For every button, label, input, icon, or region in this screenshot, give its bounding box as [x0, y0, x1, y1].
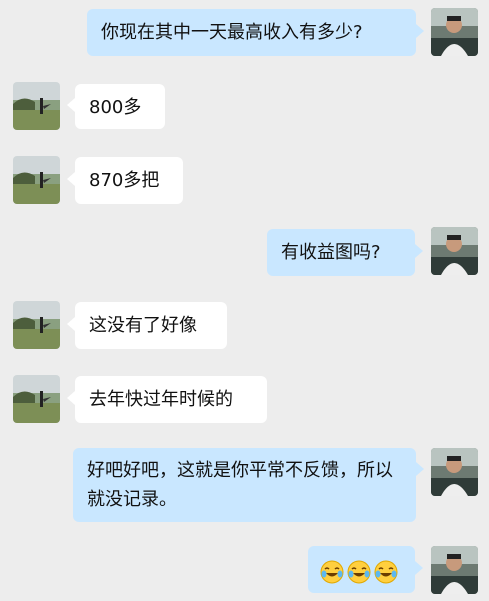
avatar-photo-icon	[13, 301, 60, 349]
message-bubble[interactable]	[308, 546, 415, 593]
laughing-crying-emoji-icon	[320, 560, 344, 584]
message-bubble[interactable]: 870多把	[75, 157, 183, 204]
message-bubble[interactable]: 这没有了好像	[75, 302, 227, 349]
message-text: 800多	[89, 97, 142, 118]
avatar-photo-icon	[13, 82, 60, 130]
contact-avatar[interactable]	[13, 156, 60, 204]
my-avatar[interactable]	[431, 448, 478, 496]
bubble-tail	[67, 391, 75, 405]
message-bubble[interactable]: 你现在其中一天最高收入有多少?	[87, 9, 416, 56]
message-bubble[interactable]: 800多	[75, 84, 165, 129]
message-text: 有收益图吗?	[281, 242, 381, 263]
my-avatar[interactable]	[431, 8, 478, 56]
bubble-tail	[415, 561, 423, 575]
laughing-crying-emoji-icon	[374, 560, 398, 584]
avatar-photo-icon	[431, 448, 478, 496]
bubble-tail	[67, 172, 75, 186]
avatar-photo-icon	[431, 546, 478, 594]
message-text: 这没有了好像	[89, 315, 197, 336]
bubble-tail	[415, 244, 423, 258]
bubble-tail	[67, 317, 75, 331]
contact-avatar[interactable]	[13, 301, 60, 349]
avatar-photo-icon	[431, 8, 478, 56]
message-bubble[interactable]: 有收益图吗?	[267, 229, 415, 276]
bubble-tail	[67, 98, 75, 112]
message-bubble[interactable]: 去年快过年时候的	[75, 376, 267, 423]
message-bubble[interactable]: 好吧好吧，这就是你平常不反馈，所以就没记录。	[73, 448, 416, 522]
bubble-tail	[416, 462, 424, 476]
message-text: 870多把	[89, 170, 160, 191]
contact-avatar[interactable]	[13, 375, 60, 423]
message-text: 去年快过年时候的	[89, 389, 233, 410]
avatar-photo-icon	[13, 375, 60, 423]
my-avatar[interactable]	[431, 227, 478, 275]
message-text: 你现在其中一天最高收入有多少?	[101, 22, 363, 43]
my-avatar[interactable]	[431, 546, 478, 594]
contact-avatar[interactable]	[13, 82, 60, 130]
bubble-tail	[416, 24, 424, 38]
avatar-photo-icon	[431, 227, 478, 275]
laughing-crying-emoji-icon	[347, 560, 371, 584]
avatar-photo-icon	[13, 156, 60, 204]
message-text: 好吧好吧，这就是你平常不反馈，所以就没记录。	[87, 460, 393, 510]
